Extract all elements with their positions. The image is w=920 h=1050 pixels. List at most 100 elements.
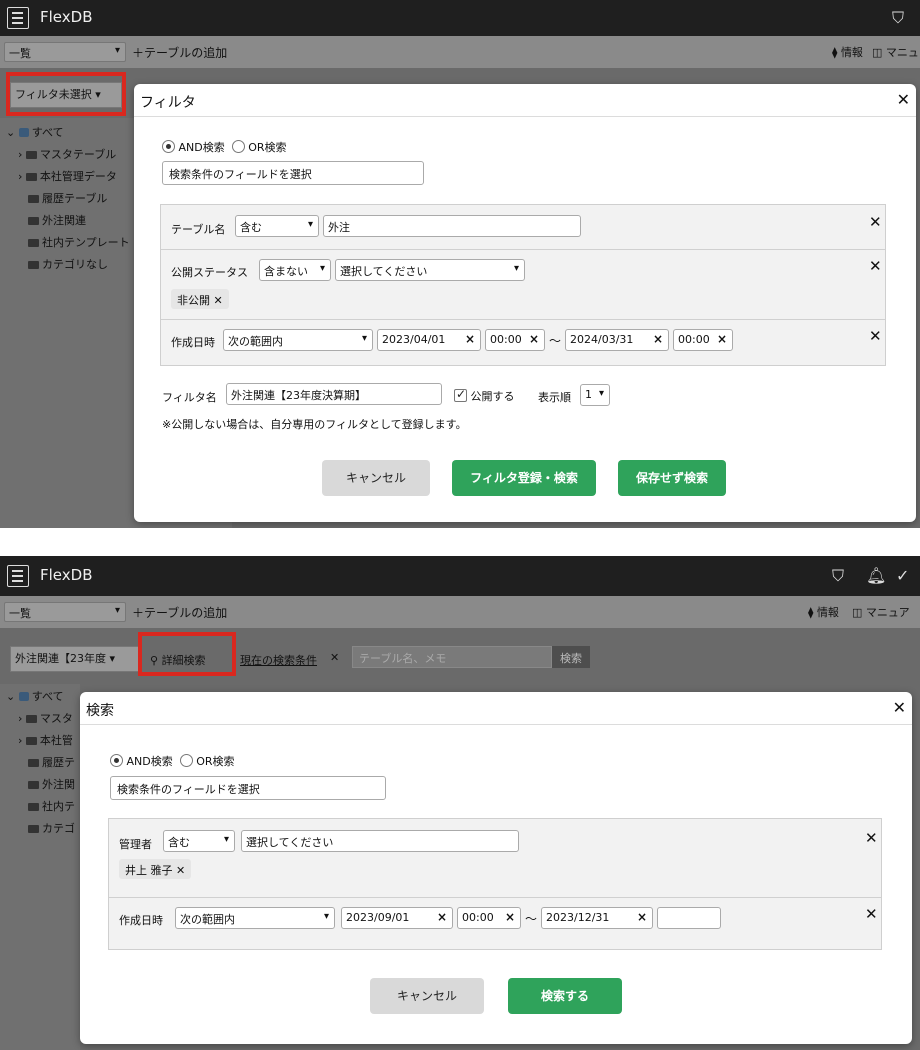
cancel-button[interactable]: キャンセル	[370, 978, 484, 1014]
radio-or[interactable]	[179, 754, 193, 767]
tree-item-template[interactable]: 社内テンプレート	[28, 234, 130, 250]
info-link[interactable]: ⧫ 情報	[832, 44, 863, 60]
filter-name-input[interactable]: 外注関連【23年度決算期】	[226, 383, 442, 405]
info-label: 情報	[840, 46, 863, 59]
remove-condition-icon[interactable]: ✕	[865, 829, 878, 847]
time-to-input[interactable]	[657, 907, 721, 929]
tree-item-uncategorized[interactable]: カテゴリなし	[28, 256, 108, 272]
operator-select[interactable]: 次の範囲内 ▾	[175, 907, 335, 929]
folder-icon	[28, 239, 39, 247]
add-table-button[interactable]: ＋テーブルの追加	[132, 604, 227, 621]
chevron-down-icon: ▾	[307, 219, 313, 230]
value-input[interactable]: 外注	[323, 215, 581, 237]
value-input[interactable]: 選択してください	[241, 830, 519, 852]
remove-condition-icon[interactable]: ✕	[869, 257, 882, 275]
filter-select[interactable]: 外注関連【23年度 ▾	[10, 646, 140, 672]
date-from-input[interactable]: 2023/04/01 ×	[377, 329, 481, 351]
tree-item-all[interactable]: ⌄ すべて	[6, 688, 64, 704]
flexdb-logo-icon[interactable]: ⛉	[892, 8, 904, 28]
field-select[interactable]: 検索条件のフィールドを選択	[110, 776, 386, 800]
date-to-input[interactable]: 2023/12/31 ×	[541, 907, 653, 929]
chevron-down-icon: ▾	[114, 45, 120, 56]
app-header: FlexDB ⛉ 🔔︎ ✓	[0, 556, 920, 596]
hamburger-menu-icon[interactable]	[7, 7, 29, 29]
publish-checkbox[interactable]	[454, 387, 467, 402]
date-to-input[interactable]: 2024/03/31 ×	[565, 329, 669, 351]
register-and-search-button[interactable]: フィルタ登録・検索	[452, 460, 596, 496]
operator-select[interactable]: 次の範囲内 ▾	[223, 329, 373, 351]
radio-and[interactable]	[110, 754, 123, 767]
view-select[interactable]: 一覧 ▾	[4, 42, 126, 62]
filter-modal: フィルタ ✕ AND検索 OR検索 検索条件のフィールドを選択 テーブル名 含む…	[134, 84, 916, 522]
clear-icon[interactable]: ×	[465, 332, 475, 346]
clear-icon[interactable]: ×	[505, 910, 515, 924]
operator-select[interactable]: 含む ▾	[163, 830, 235, 852]
search-input[interactable]: テーブル名、メモ	[352, 646, 552, 668]
time-from-input[interactable]: 00:00 ×	[485, 329, 545, 351]
search-without-save-button[interactable]: 保存せず検索	[618, 460, 726, 496]
search-button[interactable]: 検索	[552, 646, 590, 668]
clear-icon[interactable]: ×	[437, 910, 447, 924]
date-from-input[interactable]: 2023/09/01 ×	[341, 907, 453, 929]
tree-item-all[interactable]: ⌄ すべて	[6, 124, 64, 140]
order-label: 表示順	[538, 391, 571, 404]
remove-condition-icon[interactable]: ✕	[865, 905, 878, 923]
folder-icon	[28, 261, 39, 269]
close-icon[interactable]: ✕	[897, 90, 910, 109]
time-to-input[interactable]: 00:00 ×	[673, 329, 733, 351]
clear-icon[interactable]: ×	[637, 910, 647, 924]
folder-icon	[28, 759, 39, 767]
tree-item-uncategorized[interactable]: カテゴ	[28, 820, 75, 836]
radio-and[interactable]	[162, 140, 175, 153]
selected-tag[interactable]: 非公開 ✕	[171, 289, 229, 309]
app-title: FlexDB	[40, 8, 93, 26]
search-submit-button[interactable]: 検索する	[508, 978, 622, 1014]
clear-icon[interactable]: ×	[653, 332, 663, 346]
view-select[interactable]: 一覧 ▾	[4, 602, 126, 622]
time-from-input[interactable]: 00:00 ×	[457, 907, 521, 929]
tree-label: 本社管理データ	[39, 170, 117, 183]
clear-conditions-icon[interactable]: ✕	[330, 651, 339, 664]
view-select-label: 一覧	[9, 47, 31, 60]
operator-select[interactable]: 含まない ▾	[259, 259, 331, 281]
operator-select[interactable]: 含む ▾	[235, 215, 319, 237]
publish-option: 公開する	[454, 387, 515, 404]
remove-condition-icon[interactable]: ✕	[869, 327, 882, 345]
tree-item-outsourcing[interactable]: 外注関連	[28, 212, 86, 228]
tree-item-master[interactable]: › マスタ	[18, 710, 73, 726]
order-select[interactable]: 1 ▾	[580, 384, 610, 406]
bell-icon[interactable]: 🔔︎	[866, 566, 886, 585]
info-link[interactable]: ⧫ 情報	[808, 604, 839, 620]
tree-item-template[interactable]: 社内テ	[28, 798, 75, 814]
remove-condition-icon[interactable]: ✕	[869, 213, 882, 231]
manual-link[interactable]: ◫ マニュア	[852, 604, 910, 620]
clear-icon[interactable]: ×	[717, 332, 727, 346]
clear-icon[interactable]: ×	[529, 332, 539, 346]
selected-tag[interactable]: 井上 雅子 ✕	[119, 859, 192, 879]
tree-item-master[interactable]: › マスタテーブル	[18, 146, 116, 162]
toolbar: 一覧 ▾ ＋テーブルの追加 ⧫ 情報 ◫ マニュア	[0, 596, 920, 628]
manual-link[interactable]: ◫ マニュ	[872, 44, 919, 60]
radio-or[interactable]	[231, 140, 245, 153]
field-select[interactable]: 検索条件のフィールドを選択	[162, 161, 424, 185]
tree-item-history[interactable]: 履歴テ	[28, 754, 75, 770]
operator-value: 含まない	[264, 265, 308, 278]
cancel-button[interactable]: キャンセル	[322, 460, 430, 496]
folder-icon	[25, 715, 37, 723]
tree-item-history[interactable]: 履歴テーブル	[28, 190, 107, 206]
folder-icon	[28, 217, 39, 225]
tree-label: 履歴テーブル	[42, 192, 108, 205]
value-select[interactable]: 選択してください ▾	[335, 259, 525, 281]
current-conditions-link[interactable]: 現在の検索条件	[240, 652, 317, 668]
chevron-down-icon: ▾	[513, 263, 519, 274]
hamburger-menu-icon[interactable]	[7, 565, 29, 587]
check-icon[interactable]: ✓	[896, 566, 909, 585]
add-table-button[interactable]: ＋テーブルの追加	[132, 44, 227, 61]
tree-item-hq[interactable]: › 本社管理データ	[18, 168, 117, 184]
tree-label: すべて	[31, 690, 64, 703]
tree-item-outsourcing[interactable]: 外注関	[28, 776, 75, 792]
tree-item-hq[interactable]: › 本社管	[18, 732, 73, 748]
folder-icon	[25, 151, 37, 159]
flexdb-logo-icon[interactable]: ⛉	[832, 566, 844, 586]
close-icon[interactable]: ✕	[893, 698, 906, 717]
